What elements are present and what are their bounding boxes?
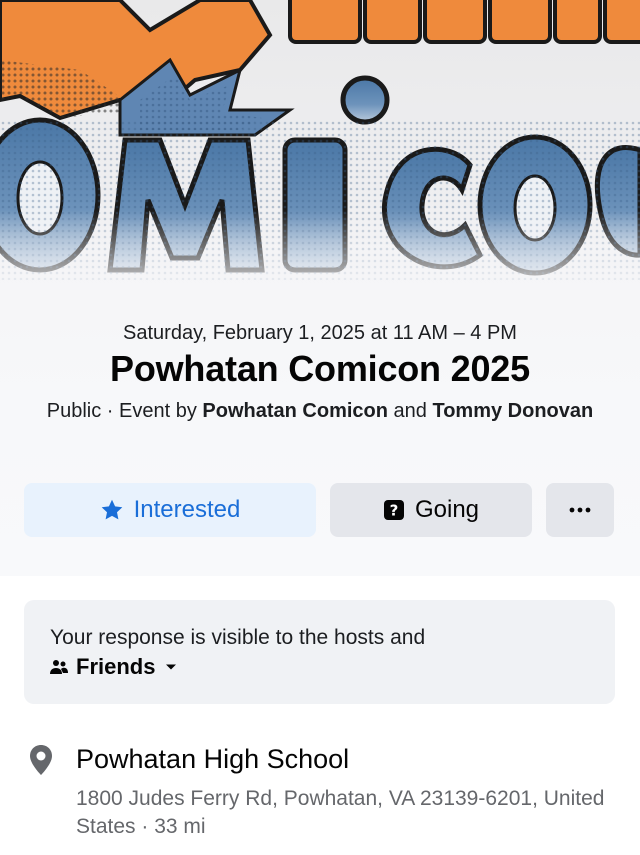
event-hosts-line: Public · Event by Powhatan Comicon and T… [40,397,600,425]
more-options-button[interactable] [546,483,614,537]
location-pin-icon [28,744,54,781]
and-word: and [387,400,433,422]
response-visibility-notice: Your response is visible to the hosts an… [50,626,426,649]
host-link-powhatan-comicon[interactable]: Powhatan Comicon [202,400,388,422]
event-cover-image [0,0,640,330]
svg-text:?: ? [390,502,399,520]
interested-label: Interested [133,496,241,523]
event-privacy: Public [46,400,102,422]
event-title: Powhatan Comicon 2025 [110,348,530,389]
more-horizontal-icon [569,507,591,513]
audience-selector[interactable]: Friends [50,652,177,682]
separator-dot: · [101,400,120,422]
address-separator: · [135,815,155,838]
question-box-icon: ? [383,499,405,521]
audience-label: Friends [76,654,156,679]
going-button[interactable]: ? Going [330,483,532,537]
host-link-tommy-donovan[interactable]: Tommy Donovan [432,400,593,422]
going-label: Going [414,496,480,523]
friends-icon [50,659,68,675]
chevron-down-icon [165,663,177,671]
event-datetime: Saturday, February 1, 2025 at 11 AM – 4 … [123,322,517,344]
distance-text: 33 mi [154,815,206,838]
event-by-prefix: Event by [119,400,203,422]
star-icon [100,498,124,522]
location-address: 1800 Judes Ferry Rd, Powhatan, VA 23139-… [76,785,616,841]
interested-button[interactable]: Interested [24,483,316,537]
location-name-link[interactable]: Powhatan High School [76,744,349,775]
